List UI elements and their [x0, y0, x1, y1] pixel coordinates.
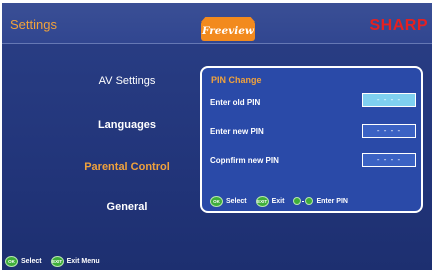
- exit-hint-label: Exit: [271, 197, 285, 205]
- panel-hint-bar: OK Select EXIT Exit Enter PIN: [210, 195, 348, 207]
- panel-title: PIN Change: [211, 75, 262, 85]
- select-hint-label: Select: [226, 197, 247, 205]
- new-pin-input[interactable]: - - - -: [362, 124, 416, 138]
- freeview-logo: Freeview: [201, 21, 255, 41]
- menu-item-parental-control[interactable]: Parental Control: [62, 161, 192, 173]
- menu-item-general[interactable]: General: [62, 201, 192, 213]
- number-key-0-icon: [293, 197, 302, 205]
- enter-pin-hint-label: Enter PIN: [316, 197, 348, 205]
- ok-button-icon: OK: [5, 255, 18, 267]
- confirm-pin-input[interactable]: - - - -: [362, 153, 416, 167]
- old-pin-label: Enter old PIN: [210, 98, 261, 107]
- ok-button-icon: OK: [210, 195, 223, 207]
- tv-screen: Settings Freeview SHARP AV Settings Lang…: [2, 3, 432, 270]
- exit-button-icon: EXIT: [50, 255, 64, 267]
- sharp-logo: SHARP: [369, 17, 428, 34]
- exit-button-icon: EXIT: [255, 195, 269, 207]
- footer-exit-menu-label: Exit Menu: [66, 257, 100, 265]
- confirm-pin-label: Copnfirm new PIN: [210, 156, 279, 165]
- footer-select-label: Select: [21, 257, 42, 265]
- footer-hint-bar: OK Select EXIT Exit Menu: [5, 255, 100, 267]
- new-pin-label: Enter new PIN: [210, 127, 264, 136]
- old-pin-input[interactable]: - - - -: [362, 93, 416, 107]
- pin-change-panel: PIN Change Enter old PIN - - - - Enter n…: [200, 66, 423, 213]
- menu-item-languages[interactable]: Languages: [62, 119, 192, 131]
- number-key-9-icon: [305, 197, 314, 205]
- page-title: Settings: [10, 17, 57, 32]
- menu-item-av-settings[interactable]: AV Settings: [62, 75, 192, 87]
- range-dash-icon: [302, 200, 305, 202]
- header-bar: Settings Freeview SHARP: [2, 3, 432, 44]
